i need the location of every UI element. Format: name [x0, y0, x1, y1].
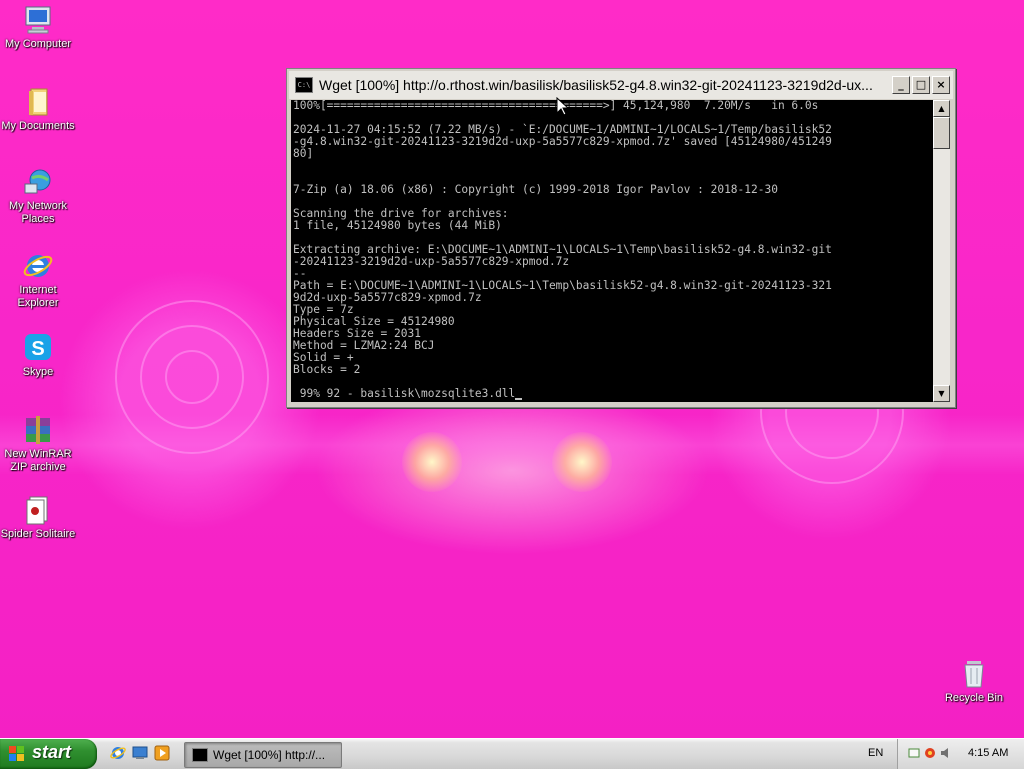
- desktop-icon-spider-solitaire[interactable]: Spider Solitaire: [0, 494, 76, 541]
- console-line: 7-Zip (a) 18.06 (x86) : Copyright (c) 19…: [293, 183, 778, 196]
- windows-flag-icon: [9, 746, 25, 762]
- system-tray: 4:15 AM: [897, 739, 1024, 769]
- recycle-bin-icon: [958, 658, 990, 690]
- console-text: 100%[===================================…: [291, 100, 933, 400]
- tray-volume-icon[interactable]: [940, 747, 952, 759]
- desktop-icon-label: My Network Places: [8, 200, 68, 225]
- desktop-icon-label: Recycle Bin: [944, 692, 1004, 704]
- folder-icon: [22, 86, 54, 118]
- console-line: -g4.8.win32-git-20241123-3219d2d-uxp-5a5…: [293, 135, 832, 148]
- quicklaunch-internet-explorer-icon[interactable]: [110, 745, 126, 761]
- text-cursor: [515, 398, 523, 400]
- desktop-icon-label: Spider Solitaire: [0, 528, 76, 540]
- svg-text:S: S: [31, 338, 44, 360]
- desktop-icon-my-computer[interactable]: My Computer: [0, 4, 76, 51]
- desktop-icon-winrar-archive[interactable]: New WinRAR ZIP archive: [0, 414, 76, 474]
- desktop-icon-skype[interactable]: S Skype: [0, 332, 76, 379]
- scroll-up-button[interactable]: ▲: [933, 100, 950, 117]
- desktop-icon-my-network-places[interactable]: My Network Places: [0, 166, 76, 226]
- clock[interactable]: 4:15 AM: [968, 747, 1008, 759]
- skype-icon: S: [22, 332, 54, 364]
- desktop-icon-label: New WinRAR ZIP archive: [4, 448, 72, 473]
- quicklaunch-show-desktop-icon[interactable]: [132, 745, 148, 761]
- console-line: 99% 92 - basilisk\mozsqlite3.dll: [293, 387, 516, 400]
- start-button[interactable]: start: [0, 739, 97, 769]
- scroll-thumb[interactable]: [933, 117, 950, 149]
- desktop-icon-label: My Computer: [4, 38, 72, 50]
- window-titlebar[interactable]: C:\ Wget [100%] http://o.rthost.win/basi…: [289, 71, 953, 99]
- taskbar: start Wget [100%] http://... EN 4:15 AM: [0, 738, 1024, 769]
- console-line: Blocks = 2: [293, 363, 361, 376]
- scroll-down-button[interactable]: ▼: [933, 385, 950, 402]
- tray-security-icon[interactable]: [924, 747, 936, 759]
- desktop-icon-internet-explorer[interactable]: Internet Explorer: [0, 250, 76, 310]
- network-globe-icon: [22, 166, 54, 198]
- wallpaper-glow: [402, 432, 462, 492]
- desktop-icon-recycle-bin[interactable]: Recycle Bin: [936, 658, 1012, 705]
- wallpaper-swirl: [165, 350, 219, 404]
- console-line: 1 file, 45124980 bytes (44 MiB): [293, 219, 502, 232]
- console-app-icon[interactable]: C:\: [295, 77, 313, 93]
- start-label: start: [32, 742, 72, 762]
- console-line: -20241123-3219d2d-uxp-5a5577c829-xpmod.7…: [293, 255, 570, 268]
- console-app-icon: [192, 748, 208, 762]
- desktop-icon-my-documents[interactable]: My Documents: [0, 86, 76, 133]
- close-button[interactable]: ×: [932, 76, 950, 94]
- maximize-button[interactable]: □: [912, 76, 930, 94]
- tray-network-icon[interactable]: [908, 747, 920, 759]
- internet-explorer-icon: [22, 250, 54, 282]
- minimize-button[interactable]: _: [892, 76, 910, 94]
- desktop-icon-label: Internet Explorer: [17, 284, 59, 309]
- console-output[interactable]: 100%[===================================…: [291, 100, 933, 402]
- wget-console-window[interactable]: C:\ Wget [100%] http://o.rthost.win/basi…: [286, 68, 956, 408]
- taskbar-task-wget[interactable]: Wget [100%] http://...: [184, 742, 342, 768]
- language-indicator[interactable]: EN: [868, 747, 883, 759]
- vertical-scrollbar[interactable]: ▲ ▼: [933, 100, 950, 402]
- task-label: Wget [100%] http://...: [213, 748, 326, 762]
- quicklaunch-media-player-icon[interactable]: [154, 745, 170, 761]
- desktop-icon-label: My Documents: [1, 120, 75, 132]
- winrar-archive-icon: [22, 414, 54, 446]
- wallpaper-glow: [552, 432, 612, 492]
- desktop-icon-label: Skype: [22, 366, 54, 378]
- window-title: Wget [100%] http://o.rthost.win/basilisk…: [319, 77, 873, 93]
- spider-solitaire-icon: [22, 494, 54, 526]
- my-computer-icon: [22, 4, 54, 36]
- mouse-pointer-icon: [556, 97, 568, 116]
- console-line: 80]: [293, 147, 314, 160]
